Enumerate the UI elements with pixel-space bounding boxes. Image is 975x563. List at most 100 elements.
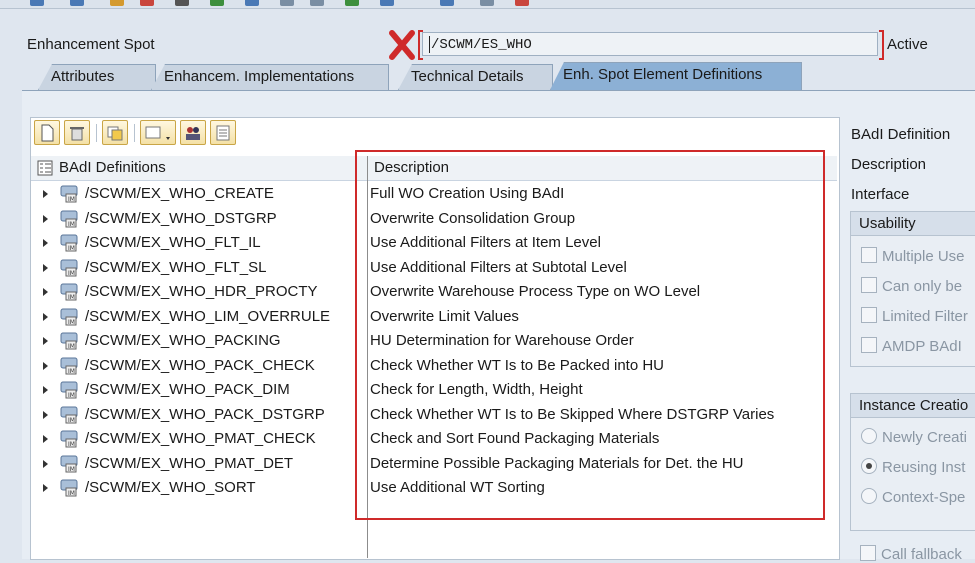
create-button[interactable]: [34, 120, 60, 145]
instance-creation-group: Instance Creatio Newly Creati Reusing In…: [850, 393, 975, 531]
checkbox-call-fallback[interactable]: Call fallback: [860, 545, 962, 563]
checkbox-multiple-use[interactable]: Multiple Use: [861, 247, 965, 265]
checkbox-limited-filter[interactable]: Limited Filter: [861, 307, 968, 325]
text-cursor: [429, 36, 430, 53]
badi-name: /SCWM/EX_WHO_PACKING: [85, 332, 281, 349]
expand-arrow-icon[interactable]: [43, 459, 48, 468]
table-row[interactable]: IM /SCWM/EX_WHO_DSTGRP Overwrite Consoli…: [30, 207, 838, 231]
column-label-description: Description: [374, 159, 450, 176]
badi-description: Overwrite Warehouse Process Type on WO L…: [370, 283, 701, 300]
document-icon[interactable]: [175, 0, 189, 6]
radio-context-specific[interactable]: Context-Spe: [861, 488, 965, 506]
radio-newly-created[interactable]: Newly Creati: [861, 428, 967, 446]
create-implementation-button[interactable]: [140, 120, 176, 145]
app-toolbar: [0, 0, 975, 9]
badi-definition-icon: IM: [60, 479, 78, 497]
svg-text:IM: IM: [68, 245, 75, 252]
svg-text:IM: IM: [68, 196, 75, 203]
checkbox-can-only-be[interactable]: Can only be: [861, 277, 962, 295]
usability-title: Usability: [851, 212, 975, 236]
badi-description: Use Additional WT Sorting: [370, 479, 545, 496]
expand-arrow-icon[interactable]: [43, 263, 48, 272]
expand-arrow-icon[interactable]: [43, 337, 48, 345]
users-icon: [186, 127, 200, 140]
implementation-icon: [145, 126, 170, 140]
badi-description: Use Additional Filters at Item Level: [370, 234, 601, 251]
badi-description: Check Whether WT Is to Be Skipped Where …: [370, 405, 775, 423]
badi-description: Overwrite Limit Values: [370, 307, 519, 325]
table-row[interactable]: IM /SCWM/EX_WHO_LIM_OVERRULE Overwrite L…: [30, 305, 838, 329]
instance-creation-title: Instance Creatio: [851, 394, 975, 418]
interface-label: Interface: [851, 186, 910, 203]
table-row[interactable]: IM /SCWM/EX_WHO_PACK_DIM Check for Lengt…: [30, 378, 838, 402]
list-icon: [216, 125, 230, 141]
expand-arrow-icon[interactable]: [43, 435, 48, 443]
where-used-icon[interactable]: [310, 0, 324, 6]
back-icon[interactable]: [30, 0, 44, 6]
copy-button[interactable]: [102, 120, 128, 145]
svg-text:IM: IM: [68, 490, 75, 497]
badi-definition-icon: IM: [60, 332, 78, 350]
table-row[interactable]: IM /SCWM/EX_WHO_PACK_CHECK Check Whether…: [30, 354, 838, 378]
expand-arrow-icon[interactable]: [43, 484, 48, 492]
expand-arrow-icon[interactable]: [43, 361, 48, 370]
svg-text:IM: IM: [68, 368, 75, 375]
new-document-icon: [41, 124, 54, 142]
check-icon[interactable]: [245, 0, 259, 6]
badi-definition-icon: IM: [60, 234, 78, 252]
toolbar-separator: [96, 124, 97, 142]
badi-definition-icon: IM: [60, 259, 78, 277]
badi-definition-icon: IM: [60, 430, 78, 448]
tools-icon[interactable]: [210, 0, 224, 6]
badi-definition-icon: IM: [60, 283, 78, 301]
expand-arrow-icon[interactable]: [43, 239, 48, 247]
hierarchy-icon[interactable]: [280, 0, 294, 6]
expand-arrow-icon[interactable]: [43, 410, 48, 419]
tab-strip: Attributes Enhancem. Implementations Tec…: [0, 62, 975, 90]
badi-description: Check and Sort Found Packaging Materials: [370, 430, 660, 447]
enhancement-spot-input[interactable]: /SCWM/ES_WHO: [422, 32, 878, 56]
table-row[interactable]: IM /SCWM/EX_WHO_SORT Use Additional WT S…: [30, 476, 838, 500]
expand-arrow-icon[interactable]: [43, 312, 48, 321]
display-icon[interactable]: [380, 0, 394, 6]
badi-description: Check for Length, Width, Height: [370, 381, 583, 398]
tab-enhancement-implementations[interactable]: Enhancem. Implementations: [151, 64, 389, 90]
table-row[interactable]: IM /SCWM/EX_WHO_FLT_IL Use Additional Fi…: [30, 231, 838, 255]
tab-attributes[interactable]: Attributes: [38, 64, 156, 90]
expand-arrow-icon[interactable]: [43, 386, 48, 394]
badi-name: /SCWM/EX_WHO_FLT_SL: [85, 258, 267, 276]
badi-name: /SCWM/EX_WHO_PMAT_CHECK: [85, 430, 316, 447]
settings-icon[interactable]: [515, 0, 529, 6]
status-text: Active: [887, 36, 928, 53]
column-label-badi-definitions: BAdI Definitions: [59, 159, 166, 176]
expand-arrow-icon[interactable]: [43, 214, 48, 223]
badi-description: Use Additional Filters at Subtotal Level: [370, 258, 627, 276]
table-row[interactable]: IM /SCWM/EX_WHO_HDR_PROCTY Overwrite War…: [30, 280, 838, 304]
info-icon[interactable]: [440, 0, 454, 6]
badi-description: HU Determination for Warehouse Order: [370, 332, 634, 349]
documentation-button[interactable]: [210, 120, 236, 145]
properties-button[interactable]: [180, 120, 206, 145]
activate-icon[interactable]: [140, 0, 154, 6]
tab-enh-spot-element-definitions[interactable]: Enh. Spot Element Definitions: [550, 62, 802, 90]
table-row[interactable]: IM /SCWM/EX_WHO_PACKING HU Determination…: [30, 329, 838, 353]
column-header-name[interactable]: BAdI Definitions: [31, 156, 367, 181]
usability-group: Usability Multiple Use Can only be Limit…: [850, 211, 975, 367]
radio-reusing-instance[interactable]: Reusing Inst: [861, 458, 965, 476]
table-row[interactable]: IM /SCWM/EX_WHO_FLT_SL Use Additional Fi…: [30, 256, 838, 280]
edit-icon[interactable]: [110, 0, 124, 6]
table-row[interactable]: IM /SCWM/EX_WHO_PMAT_DET Determine Possi…: [30, 452, 838, 476]
table-row[interactable]: IM /SCWM/EX_WHO_PACK_DSTGRP Check Whethe…: [30, 403, 838, 427]
table-row[interactable]: IM /SCWM/EX_WHO_PMAT_CHECK Check and Sor…: [30, 427, 838, 451]
checkbox-amdp-badi[interactable]: AMDP BAdI: [861, 337, 962, 355]
table-row[interactable]: IM /SCWM/EX_WHO_CREATE Full WO Creation …: [30, 182, 838, 206]
layout-icon[interactable]: [345, 0, 359, 6]
help-icon[interactable]: [480, 0, 494, 6]
svg-text:IM: IM: [68, 343, 75, 350]
column-header-description[interactable]: Description: [368, 156, 837, 181]
delete-button[interactable]: [64, 120, 90, 145]
tab-technical-details[interactable]: Technical Details: [398, 64, 553, 90]
forward-icon[interactable]: [70, 0, 84, 6]
expand-arrow-icon[interactable]: [43, 190, 48, 198]
expand-arrow-icon[interactable]: [43, 288, 48, 296]
